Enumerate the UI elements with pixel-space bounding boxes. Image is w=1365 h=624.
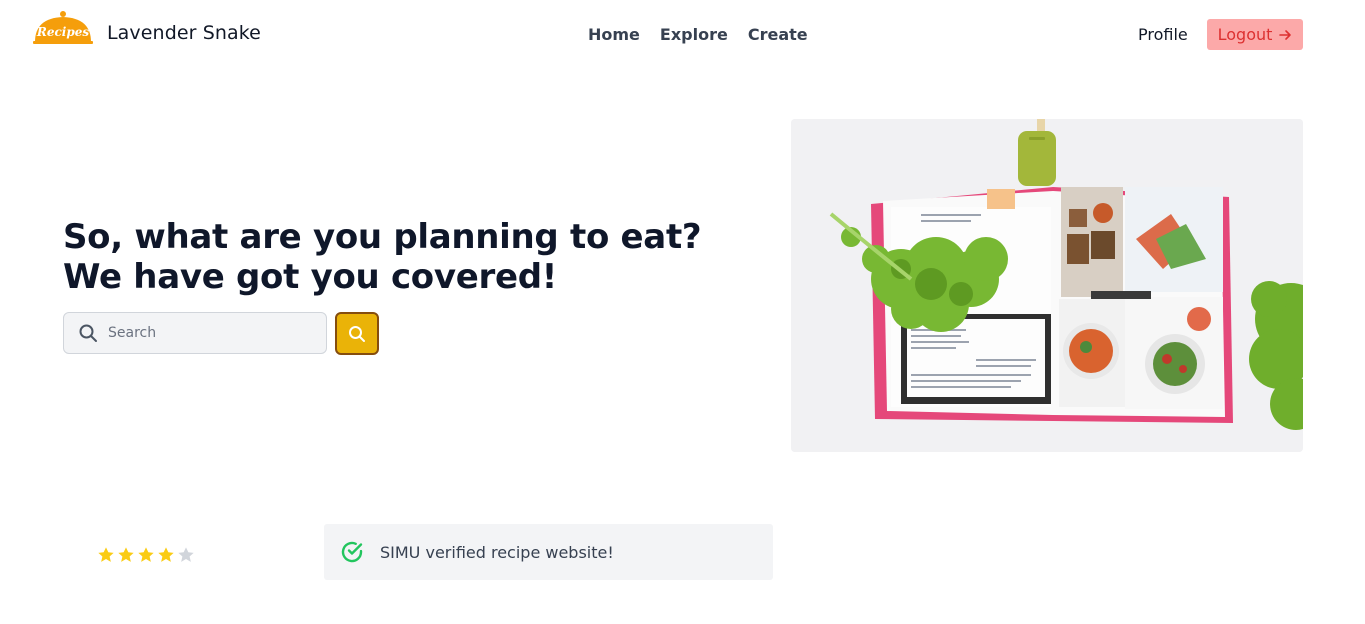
top-navbar: Recipes Lavender Snake Home Explore Crea… (0, 0, 1365, 70)
search-input[interactable] (108, 325, 308, 341)
brand-name: Lavender Snake (107, 22, 261, 44)
nav-explore-link[interactable]: Explore (660, 25, 728, 44)
hero-title-line-2: We have got you covered! (63, 257, 557, 297)
nav-home-link[interactable]: Home (588, 25, 640, 44)
search-icon (349, 325, 365, 342)
verified-badge: SIMU verified recipe website! (324, 524, 773, 580)
rating-stars (97, 546, 195, 564)
star-icon (158, 547, 174, 562)
hero-title: So, what are you planning to eat? We hav… (63, 217, 702, 297)
verified-text: SIMU verified recipe website! (380, 542, 614, 562)
star-icon (138, 547, 154, 562)
hero-title-line-1: So, what are you planning to eat? (63, 217, 702, 257)
logout-button[interactable]: Logout (1207, 19, 1303, 50)
star-icon (118, 547, 134, 562)
search-button[interactable] (335, 312, 379, 355)
star-icon (98, 547, 114, 562)
check-circle-icon (341, 541, 363, 563)
profile-link[interactable]: Profile (1138, 25, 1188, 44)
hero-cookbook-image (791, 119, 1303, 452)
logout-label: Logout (1217, 25, 1273, 44)
arrow-right-icon (1279, 29, 1292, 40)
search-icon (79, 324, 97, 342)
svg-text:Recipes: Recipes (36, 25, 89, 39)
search-field[interactable] (63, 312, 327, 354)
main-nav: Home Explore Create (588, 25, 808, 44)
star-icon (178, 547, 194, 562)
recipes-logo[interactable]: Recipes (31, 8, 95, 46)
nav-create-link[interactable]: Create (748, 25, 808, 44)
